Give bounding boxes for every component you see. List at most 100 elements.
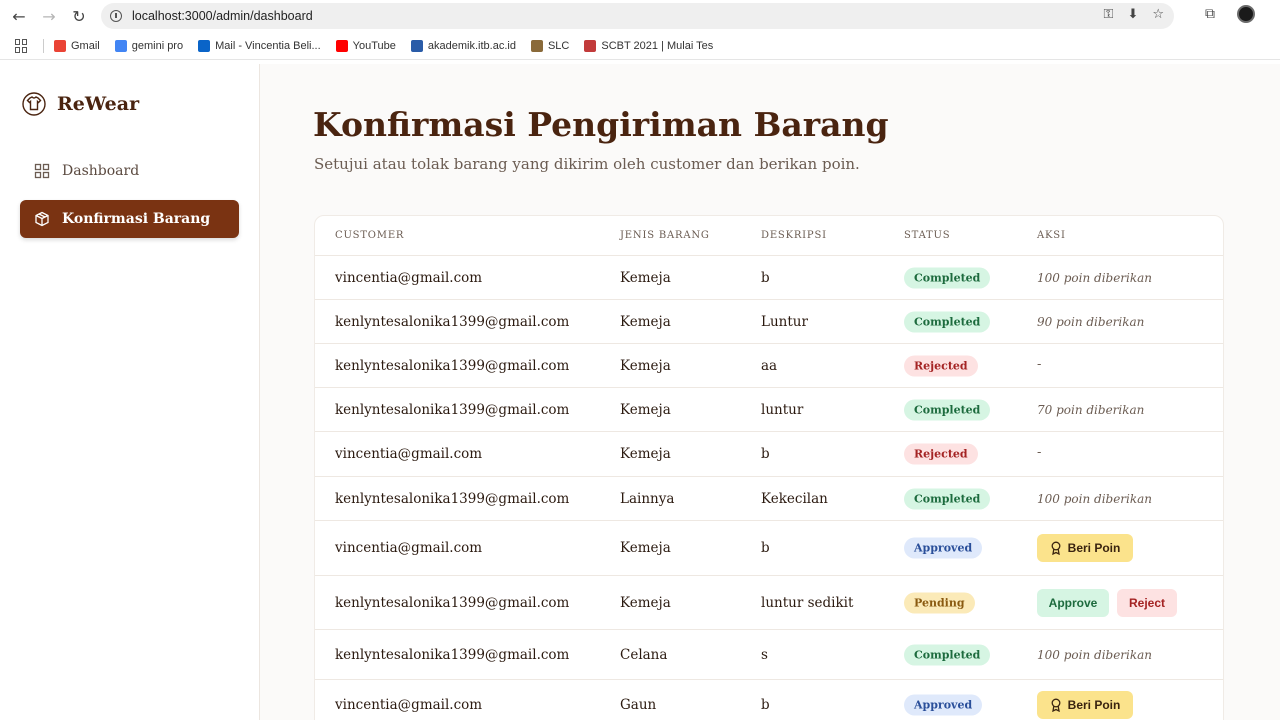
item-type: Kemeja	[620, 594, 671, 611]
bookmark-item[interactable]: Mail - Vincentia Beli...	[198, 39, 321, 52]
table-row: kenlyntesalonika1399@gmail.com Lainnya Kek…	[315, 477, 1223, 521]
table-row: kenlyntesalonika1399@gmail.com Celana s Com…	[315, 630, 1223, 680]
sidebar-item-label: Dashboard	[62, 163, 140, 179]
page-title: Konfirmasi Pengiriman Barang	[313, 105, 889, 144]
bookmark-item[interactable]: akademik.itb.ac.id	[410, 39, 516, 52]
install-icon[interactable]: ⬇	[1127, 7, 1138, 22]
reload-icon[interactable]: ↻	[64, 1, 94, 31]
bookmark-favicon-icon	[584, 39, 597, 52]
status-badge: Completed	[904, 399, 991, 420]
approve-button[interactable]: Approve	[1037, 588, 1109, 617]
points-given-text: 100 poin diberikan	[1037, 491, 1153, 506]
points-given-text: 70 poin diberikan	[1037, 402, 1145, 417]
back-icon[interactable]: ←	[4, 1, 34, 31]
no-action-text: -	[1037, 445, 1042, 460]
extensions-icon[interactable]: ⧉	[1205, 6, 1215, 22]
page-subtitle: Setujui atau tolak barang yang dikirim o…	[314, 155, 860, 173]
bookmark-label: SLC	[547, 39, 570, 52]
customer-email: kenlyntesalonika1399@gmail.com	[335, 594, 570, 611]
customer-email: kenlyntesalonika1399@gmail.com	[335, 357, 570, 374]
table-row: vincentia@gmail.com Kemeja b Completed 100 p…	[315, 256, 1223, 300]
bookmark-item[interactable]: SLC	[530, 39, 570, 52]
status-badge: Approved	[904, 537, 983, 559]
status-badge: Completed	[904, 311, 991, 332]
key-icon[interactable]: ⚿	[1104, 7, 1114, 22]
status-badge: Completed	[904, 644, 991, 665]
bookmarks-divider	[43, 38, 44, 53]
item-description: b	[761, 540, 770, 556]
item-description: b	[761, 269, 770, 286]
give-points-button[interactable]: Beri Poin	[1037, 690, 1133, 719]
sidebar-item-label: Konfirmasi Barang	[62, 211, 211, 227]
column-header-customer: CUSTOMER	[335, 230, 405, 241]
item-type: Kemeja	[620, 401, 671, 418]
column-header-jenis-barang: JENIS BARANG	[620, 230, 710, 241]
award-icon	[1051, 541, 1061, 555]
bookmark-favicon-icon	[54, 39, 66, 52]
sidebar-item-dashboard[interactable]: Dashboard	[20, 152, 239, 190]
bookmark-label: YouTube	[352, 39, 396, 52]
table-row: vincentia@gmail.com Kemeja b Approved Beri P…	[315, 521, 1223, 576]
bookmark-item[interactable]: YouTube	[335, 39, 396, 52]
bookmark-favicon-icon	[114, 39, 127, 52]
profile-avatar[interactable]	[1237, 5, 1255, 23]
table-header: CUSTOMER JENIS BARANG DESKRIPSI STATUS A…	[315, 216, 1223, 256]
award-icon	[1051, 698, 1061, 712]
brand[interactable]: ReWear	[22, 92, 139, 116]
item-description: Kekecilan	[761, 490, 828, 507]
main-content: Konfirmasi Pengiriman Barang Setujui ata…	[260, 64, 1280, 720]
column-header-deskripsi: DESKRIPSI	[761, 230, 827, 241]
customer-email: vincentia@gmail.com	[335, 696, 483, 713]
bookmark-label: SCBT 2021 | Mulai Tes	[601, 39, 714, 52]
table-row: vincentia@gmail.com Gaun b Approved Beri Poi…	[315, 680, 1223, 720]
bookmark-item[interactable]: gemini pro	[114, 39, 183, 52]
item-type: Kemeja	[620, 446, 671, 462]
apps-grid-icon[interactable]	[15, 38, 29, 53]
item-description: Luntur	[761, 313, 808, 330]
reject-button[interactable]: Reject	[1117, 588, 1177, 617]
forward-icon[interactable]: →	[34, 1, 64, 31]
table-row: kenlyntesalonika1399@gmail.com Kemeja Lunt…	[315, 300, 1223, 344]
item-description: luntur	[761, 401, 804, 418]
bookmark-item[interactable]: SCBT 2021 | Mulai Tes	[584, 39, 714, 52]
bookmark-item[interactable]: Gmail	[54, 39, 100, 52]
browser-toolbar: ← → ↻ localhost:3000/admin/dashboard ⚿ ⬇…	[0, 0, 1280, 32]
column-header-aksi: AKSI	[1037, 230, 1066, 241]
star-icon[interactable]: ☆	[1152, 7, 1164, 22]
grid-icon	[34, 163, 50, 179]
bookmark-label: Mail - Vincentia Beli...	[215, 39, 321, 52]
item-type: Kemeja	[620, 540, 671, 556]
points-given-text: 100 poin diberikan	[1037, 270, 1153, 285]
item-type: Gaun	[620, 696, 657, 713]
site-info-icon[interactable]	[110, 10, 122, 22]
item-type: Celana	[620, 646, 668, 663]
bookmark-favicon-icon	[530, 39, 543, 52]
status-badge: Rejected	[904, 443, 978, 465]
status-badge: Rejected	[904, 355, 978, 376]
item-description: b	[761, 696, 770, 713]
item-type: Lainnya	[620, 490, 675, 507]
bookmark-favicon-icon	[335, 39, 348, 52]
points-given-text: 100 poin diberikan	[1037, 647, 1153, 662]
address-bar[interactable]: localhost:3000/admin/dashboard ⚿ ⬇ ☆	[101, 3, 1174, 29]
brand-name: ReWear	[57, 93, 140, 115]
item-type: Kemeja	[620, 269, 671, 286]
give-points-label: Beri Poin	[1067, 697, 1121, 712]
table-row: kenlyntesalonika1399@gmail.com Kemeja lunt…	[315, 388, 1223, 432]
url-text[interactable]: localhost:3000/admin/dashboard	[132, 9, 313, 23]
item-type: Kemeja	[620, 313, 671, 330]
column-header-status: STATUS	[904, 230, 951, 241]
table-row: kenlyntesalonika1399@gmail.com Kemeja aa Re…	[315, 344, 1223, 388]
customer-email: kenlyntesalonika1399@gmail.com	[335, 646, 570, 663]
shirt-logo-icon	[22, 92, 46, 116]
customer-email: kenlyntesalonika1399@gmail.com	[335, 490, 570, 507]
bookmark-favicon-icon	[198, 39, 211, 52]
customer-email: vincentia@gmail.com	[335, 269, 483, 286]
confirmation-table: CUSTOMER JENIS BARANG DESKRIPSI STATUS A…	[314, 215, 1224, 720]
status-badge: Pending	[904, 592, 975, 613]
no-action-text: -	[1037, 356, 1042, 372]
give-points-button[interactable]: Beri Poin	[1037, 534, 1133, 562]
sidebar-item-konfirmasi-barang[interactable]: Konfirmasi Barang	[20, 200, 239, 238]
item-type: Kemeja	[620, 357, 671, 374]
status-badge: Completed	[904, 267, 991, 288]
